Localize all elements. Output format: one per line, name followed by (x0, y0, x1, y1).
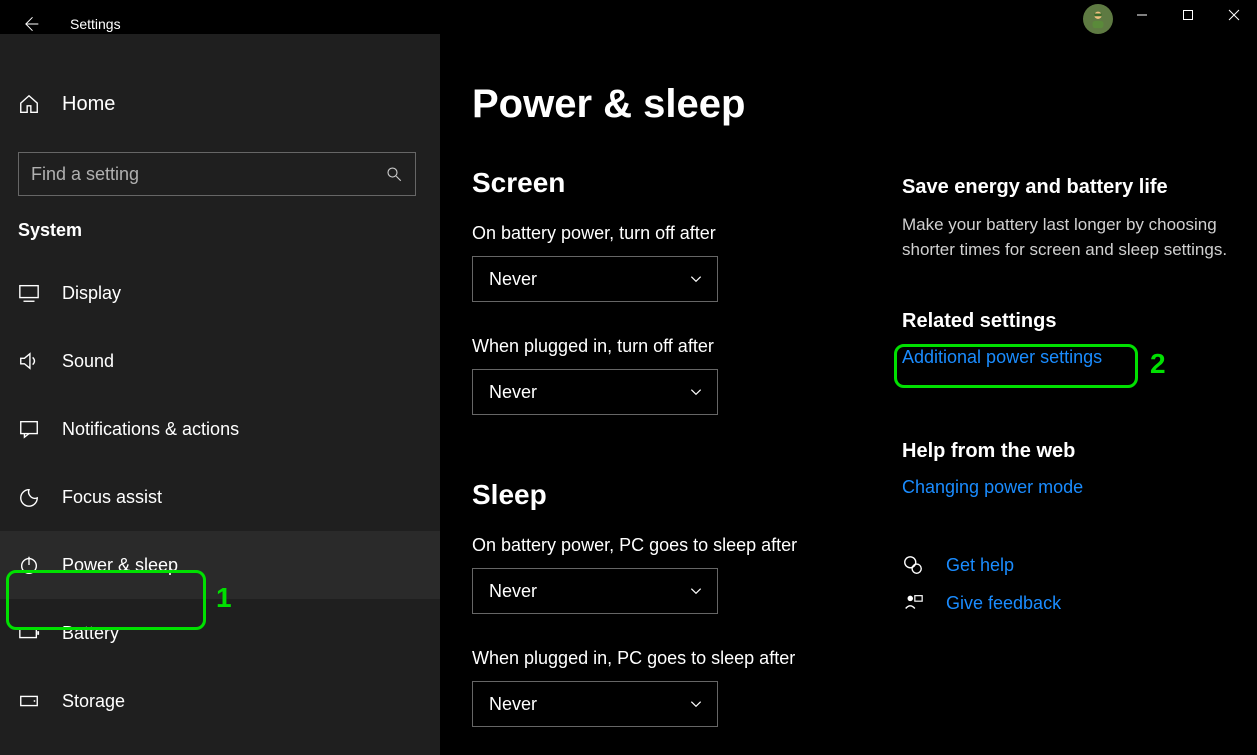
related-settings-heading: Related settings (902, 310, 1242, 333)
display-icon (18, 282, 40, 304)
get-help-link[interactable]: Get help (946, 555, 1014, 576)
screen-battery-label: On battery power, turn off after (472, 223, 880, 244)
search-icon (385, 165, 403, 183)
back-button[interactable] (18, 12, 42, 36)
sidebar-item-label: Battery (62, 623, 119, 644)
main-panel: Power & sleep Screen On battery power, t… (440, 34, 1257, 755)
screen-battery-dropdown[interactable]: Never (472, 256, 718, 302)
window-title: Settings (70, 16, 121, 32)
aside-panel: Save energy and battery life Make your b… (902, 82, 1242, 755)
search-input[interactable] (31, 164, 351, 185)
sidebar-item-focus-assist[interactable]: Focus assist (0, 463, 440, 531)
sidebar-item-label: Storage (62, 691, 125, 712)
home-icon (18, 93, 40, 115)
notifications-icon (18, 418, 40, 440)
page-title: Power & sleep (472, 82, 880, 127)
sleep-heading: Sleep (472, 479, 880, 511)
chevron-down-icon (689, 584, 703, 598)
changing-power-mode-link[interactable]: Changing power mode (902, 477, 1083, 498)
dropdown-value: Never (489, 581, 537, 602)
sidebar-item-notifications[interactable]: Notifications & actions (0, 395, 440, 463)
titlebar (0, 0, 1257, 34)
sidebar-home-label: Home (62, 93, 115, 116)
sound-icon (18, 350, 40, 372)
sleep-plugged-label: When plugged in, PC goes to sleep after (472, 648, 880, 669)
feedback-icon (902, 592, 924, 614)
screen-heading: Screen (472, 167, 880, 199)
power-icon (18, 554, 40, 576)
screen-plugged-label: When plugged in, turn off after (472, 336, 880, 357)
energy-heading: Save energy and battery life (902, 176, 1242, 199)
sidebar-item-label: Display (62, 283, 121, 304)
sidebar-section-title: System (18, 220, 440, 241)
sidebar: Settings Home System Display (0, 34, 440, 755)
screen-plugged-dropdown[interactable]: Never (472, 369, 718, 415)
sleep-plugged-dropdown[interactable]: Never (472, 681, 718, 727)
sidebar-home[interactable]: Home (0, 74, 440, 134)
window-header: Settings (0, 4, 121, 44)
sidebar-item-label: Sound (62, 351, 114, 372)
annotation-number-1: 1 (216, 582, 232, 614)
close-button[interactable] (1211, 0, 1257, 30)
sleep-battery-label: On battery power, PC goes to sleep after (472, 535, 880, 556)
additional-power-settings-link[interactable]: Additional power settings (902, 347, 1102, 368)
minimize-button[interactable] (1119, 0, 1165, 30)
dropdown-value: Never (489, 694, 537, 715)
dropdown-value: Never (489, 382, 537, 403)
search-box[interactable] (18, 152, 416, 196)
sidebar-item-label: Power & sleep (62, 555, 178, 576)
storage-icon (18, 690, 40, 712)
help-from-web-heading: Help from the web (902, 440, 1242, 463)
focus-assist-icon (18, 486, 40, 508)
chevron-down-icon (689, 272, 703, 286)
chevron-down-icon (689, 385, 703, 399)
give-feedback-row[interactable]: Give feedback (902, 592, 1242, 614)
give-feedback-link[interactable]: Give feedback (946, 593, 1061, 614)
sidebar-item-storage[interactable]: Storage (0, 667, 440, 735)
battery-icon (18, 622, 40, 644)
sidebar-item-display[interactable]: Display (0, 259, 440, 327)
get-help-icon (902, 554, 924, 576)
maximize-button[interactable] (1165, 0, 1211, 30)
sleep-battery-dropdown[interactable]: Never (472, 568, 718, 614)
annotation-number-2: 2 (1150, 348, 1166, 380)
dropdown-value: Never (489, 269, 537, 290)
sidebar-item-label: Notifications & actions (62, 419, 239, 440)
chevron-down-icon (689, 697, 703, 711)
user-avatar[interactable] (1083, 4, 1113, 34)
energy-text: Make your battery last longer by choosin… (902, 213, 1242, 262)
sidebar-item-label: Focus assist (62, 487, 162, 508)
get-help-row[interactable]: Get help (902, 554, 1242, 576)
sidebar-item-sound[interactable]: Sound (0, 327, 440, 395)
